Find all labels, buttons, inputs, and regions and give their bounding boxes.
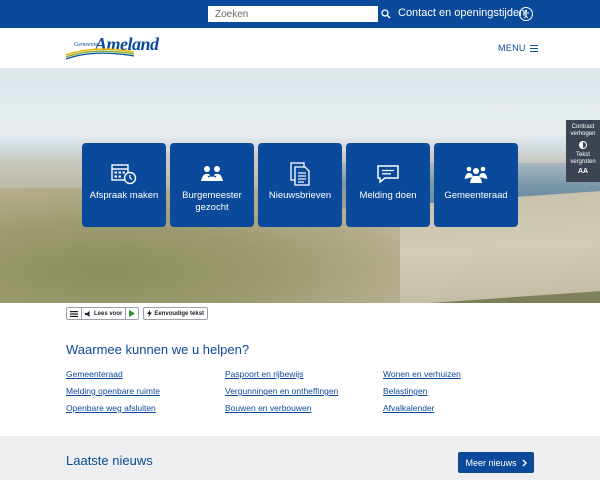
play-button[interactable]: [126, 308, 138, 319]
play-icon: [129, 310, 136, 317]
people-icon: [200, 162, 224, 186]
search-button[interactable]: [377, 6, 394, 22]
tile-gemeenteraad[interactable]: Gemeenteraad: [434, 143, 518, 227]
more-news-button[interactable]: Meer nieuws: [458, 452, 534, 473]
hamburger-icon: [529, 44, 538, 52]
simple-text-button[interactable]: Eenvoudige tekst: [144, 308, 207, 319]
chevron-right-icon: [522, 459, 527, 466]
help-heading: Waarmee kunnen we u helpen?: [66, 342, 250, 357]
tile-afspraak-maken[interactable]: Afspraak maken: [82, 143, 166, 227]
tile-label: Nieuwsbrieven: [268, 190, 332, 201]
search-icon: [381, 9, 391, 19]
menu-label: MENU: [498, 43, 526, 53]
menu-button[interactable]: MENU: [498, 43, 538, 53]
more-news-label: Meer nieuws: [465, 457, 517, 468]
simple-text-group: Eenvoudige tekst: [143, 307, 209, 320]
contrast-button[interactable]: Contrast verhogen: [566, 124, 600, 149]
read-aloud-label: Lees voor: [94, 310, 123, 317]
link-vergunningen-en-ontheffingen[interactable]: Vergunningen en ontheffingen: [225, 386, 338, 396]
simple-text-label: Eenvoudige tekst: [154, 310, 205, 317]
search-box: [207, 5, 395, 23]
text-size-icon: AA: [577, 168, 589, 175]
read-aloud-button[interactable]: Lees voor: [82, 308, 127, 319]
tile-burgemeester-gezocht[interactable]: Burgemeester gezocht: [170, 143, 254, 227]
tile-label: Melding doen: [359, 190, 417, 201]
accessibility-panel: Contrast verhogen Tekst vergroten AA: [566, 120, 600, 182]
site-header: Gemeente Ameland MENU: [0, 28, 600, 68]
site-logo[interactable]: Gemeente Ameland: [64, 34, 164, 61]
news-section: Laatste nieuws Meer nieuws: [0, 436, 600, 480]
logo-swoosh: [65, 48, 135, 60]
news-heading: Laatste nieuws: [66, 453, 153, 468]
contact-link[interactable]: Contact en openingstijden: [398, 7, 525, 19]
link-wonen-en-verhuizen[interactable]: Wonen en verhuizen: [383, 369, 461, 379]
link-openbare-weg-afsluiten[interactable]: Openbare weg afsluiten: [66, 403, 156, 413]
tile-label: Burgemeester gezocht: [182, 190, 242, 213]
search-input[interactable]: [208, 6, 378, 22]
readspeaker-menu-button[interactable]: [67, 308, 82, 319]
link-afvalkalender[interactable]: Afvalkalender: [383, 403, 435, 413]
calendar-clock-icon: [111, 162, 137, 186]
tile-label: Afspraak maken: [89, 190, 159, 201]
tile-nieuwsbrieven[interactable]: Nieuwsbrieven: [258, 143, 342, 227]
text-size-label: Tekst vergroten: [570, 152, 596, 165]
quick-links: Afspraak maken Burgemeester gezocht Nieu…: [82, 143, 522, 227]
accessibility-icon[interactable]: [519, 7, 533, 21]
tile-label: Gemeenteraad: [444, 190, 508, 201]
chat-icon: [376, 162, 400, 186]
contrast-label: Contrast verhogen: [570, 124, 596, 137]
documents-icon: [290, 162, 310, 186]
link-bouwen-en-verbouwen[interactable]: Bouwen en verbouwen: [225, 403, 311, 413]
lightning-icon: [147, 310, 153, 317]
speaker-icon: [85, 310, 90, 317]
link-melding-openbare-ruimte[interactable]: Melding openbare ruimte: [66, 386, 160, 396]
link-paspoort-en-rijbewijs[interactable]: Paspoort en rijbewijs: [225, 369, 303, 379]
link-belastingen[interactable]: Belastingen: [383, 386, 427, 396]
menu-lines-icon: [70, 310, 78, 317]
top-bar: Contact en openingstijden: [0, 0, 600, 28]
contrast-icon: [579, 141, 587, 149]
link-gemeenteraad[interactable]: Gemeenteraad: [66, 369, 123, 379]
read-aloud-group: Lees voor: [66, 307, 140, 320]
tile-melding-doen[interactable]: Melding doen: [346, 143, 430, 227]
text-size-button[interactable]: Tekst vergroten AA: [566, 152, 600, 175]
readspeaker-toolbar: Lees voor Eenvoudige tekst: [66, 307, 209, 320]
group-icon: [464, 162, 488, 186]
